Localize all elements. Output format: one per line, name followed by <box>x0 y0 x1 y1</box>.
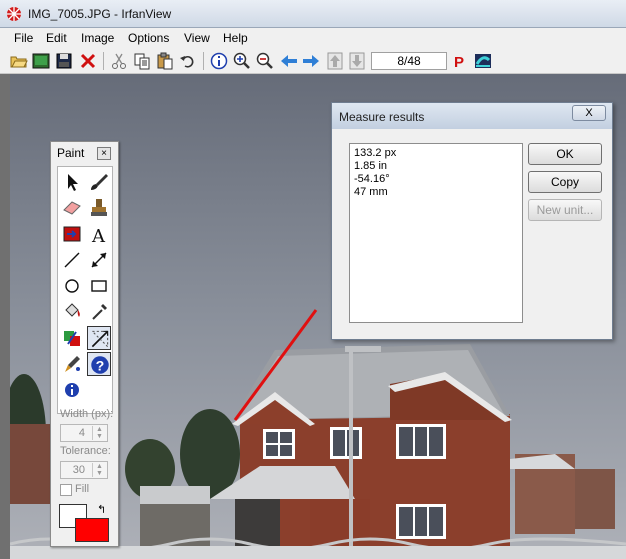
paint-close-button[interactable]: × <box>97 147 111 160</box>
new-unit-button[interactable]: New unit... <box>528 199 602 221</box>
rectangle-tool-icon[interactable] <box>87 274 111 298</box>
save-icon[interactable] <box>55 52 73 70</box>
ok-button[interactable]: OK <box>528 143 602 165</box>
eraser-icon[interactable] <box>60 196 84 220</box>
result-pixels: 133.2 px <box>354 147 397 159</box>
spinner-arrows-icon[interactable]: ▲ ▼ <box>92 426 106 440</box>
dialog-title: Measure results <box>339 110 425 124</box>
fill-bucket-icon[interactable] <box>60 300 84 324</box>
svg-text:P: P <box>454 54 464 70</box>
open-folder-icon[interactable] <box>10 52 28 70</box>
thumbnails-icon[interactable] <box>32 52 50 70</box>
menu-image[interactable]: Image <box>81 31 114 45</box>
measure-results-dialog: Measure results X 133.2 px 1.85 in -54.1… <box>331 102 613 340</box>
result-millimeters: 47 mm <box>354 186 388 198</box>
effects-brush-icon[interactable] <box>60 352 84 376</box>
arrow-tool-icon[interactable] <box>87 248 111 272</box>
toolbar-separator <box>203 52 204 70</box>
menu-view[interactable]: View <box>184 31 210 45</box>
info-icon[interactable] <box>60 378 84 402</box>
menu-edit[interactable]: Edit <box>46 31 67 45</box>
menu-bar: File Edit Image Options View Help <box>0 28 626 48</box>
paint-palette: Paint × A ? Width (px): 4 ▲ ▼ Tolerance:… <box>50 141 119 547</box>
delete-icon[interactable] <box>79 52 97 70</box>
toolbar: P <box>0 48 626 74</box>
menu-file[interactable]: File <box>14 31 33 45</box>
foreground-color-swatch[interactable] <box>75 518 109 542</box>
menu-options[interactable]: Options <box>128 31 169 45</box>
red-eye-icon[interactable] <box>60 222 84 246</box>
brush-icon[interactable] <box>87 170 111 194</box>
text-tool-icon[interactable]: A <box>87 222 111 246</box>
about-icon[interactable] <box>474 52 492 70</box>
last-icon[interactable] <box>348 52 366 70</box>
ellipse-tool-icon[interactable] <box>60 274 84 298</box>
undo-icon[interactable] <box>179 52 197 70</box>
copy-icon[interactable] <box>133 52 151 70</box>
selection-arrow-icon[interactable] <box>60 170 84 194</box>
paint-tool-grid: A ? <box>57 166 113 414</box>
spinner-arrows-icon[interactable]: ▲ ▼ <box>92 463 106 477</box>
zoom-out-icon[interactable] <box>256 52 274 70</box>
window-title: IMG_7005.JPG - IrfanView <box>28 7 172 21</box>
measure-tool-icon[interactable] <box>87 326 111 350</box>
print-icon[interactable]: P <box>451 52 469 70</box>
paste-icon[interactable] <box>156 52 174 70</box>
color-picker-icon[interactable] <box>87 300 111 324</box>
menu-help[interactable]: Help <box>223 31 248 45</box>
width-value: 4 <box>78 427 85 439</box>
paint-title: Paint <box>57 146 85 160</box>
fill-label: Fill <box>75 483 90 495</box>
svg-text:A: A <box>91 226 106 246</box>
swap-colors-icon[interactable]: ↰ <box>97 503 106 516</box>
tolerance-value: 30 <box>72 464 85 476</box>
cut-icon[interactable] <box>110 52 128 70</box>
svg-text:?: ? <box>96 358 105 374</box>
tolerance-spinner[interactable]: 30 ▲ ▼ <box>60 461 108 479</box>
next-icon[interactable] <box>302 52 320 70</box>
page-counter: 8/48 <box>371 52 447 70</box>
replace-color-icon[interactable] <box>60 326 84 350</box>
clone-stamp-icon[interactable] <box>87 196 111 220</box>
width-spinner[interactable]: 4 ▲ ▼ <box>60 424 108 442</box>
first-icon[interactable] <box>326 52 344 70</box>
line-tool-icon[interactable] <box>60 248 84 272</box>
result-inches: 1.85 in <box>354 160 388 172</box>
zoom-in-icon[interactable] <box>233 52 251 70</box>
width-label: Width (px): <box>60 408 114 420</box>
previous-icon[interactable] <box>280 52 298 70</box>
irfanview-app-icon <box>7 7 21 21</box>
toolbar-separator <box>103 52 104 70</box>
tolerance-label: Tolerance: <box>60 445 111 457</box>
result-angle: -54.16° <box>354 173 390 185</box>
fill-checkbox[interactable] <box>60 484 72 496</box>
title-bar: IMG_7005.JPG - IrfanView <box>0 0 626 28</box>
color-swatches: ↰ <box>59 504 111 544</box>
help-icon[interactable]: ? <box>87 352 111 376</box>
copy-button[interactable]: Copy <box>528 171 602 193</box>
info-icon[interactable] <box>210 52 228 70</box>
measure-results-list[interactable]: 133.2 px 1.85 in -54.16° 47 mm <box>349 143 523 323</box>
dialog-title-bar: Measure results X <box>332 103 612 129</box>
dialog-close-button[interactable]: X <box>572 105 606 121</box>
